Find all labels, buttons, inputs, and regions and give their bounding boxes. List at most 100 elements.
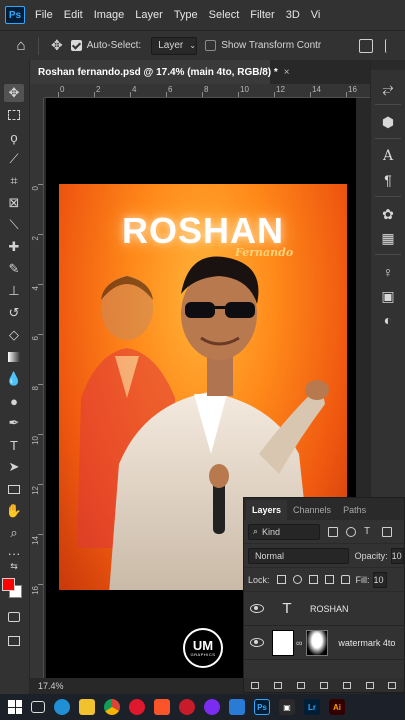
layer-mask-thumbnail[interactable] bbox=[306, 629, 329, 656]
quick-select-tool-icon[interactable]: ⟋ bbox=[4, 150, 24, 168]
brush-tool-icon[interactable]: ✎ bbox=[4, 260, 24, 278]
history-brush-icon[interactable]: ↺ bbox=[4, 304, 24, 322]
auto-select-checkbox[interactable] bbox=[70, 40, 82, 51]
crop-tool-icon[interactable]: ⌗ bbox=[4, 172, 24, 190]
premiere-icon[interactable]: ▣ bbox=[279, 699, 295, 715]
menu-edit[interactable]: Edit bbox=[64, 9, 83, 21]
lasso-tool-icon[interactable]: ϙ bbox=[4, 128, 24, 146]
adjustment-layer-icon[interactable] bbox=[319, 681, 328, 689]
filter-type-icon[interactable]: T bbox=[364, 526, 374, 537]
layer-style-icon[interactable] bbox=[274, 681, 283, 689]
tab-layers[interactable]: Layers bbox=[246, 500, 288, 520]
visibility-eye-icon[interactable] bbox=[250, 604, 264, 613]
opacity-input[interactable]: 10 bbox=[390, 547, 404, 564]
clone-stamp-icon[interactable]: ⊥ bbox=[4, 282, 24, 300]
purple-app-icon[interactable] bbox=[204, 699, 220, 715]
vscode-icon[interactable] bbox=[229, 699, 245, 715]
lightroom-icon[interactable]: Lr bbox=[304, 699, 320, 715]
photoshop-logo[interactable]: Ps bbox=[5, 6, 25, 24]
menu-file[interactable]: File bbox=[35, 9, 53, 21]
type-tool-icon[interactable]: T bbox=[4, 436, 24, 454]
delete-layer-icon[interactable] bbox=[388, 681, 397, 689]
lock-transparency-icon[interactable] bbox=[276, 575, 286, 584]
menu-image[interactable]: Image bbox=[94, 9, 125, 21]
layer-row[interactable]: ∞ watermark 4to bbox=[244, 626, 404, 660]
color-panel-icon[interactable]: ✿ bbox=[378, 204, 398, 224]
kind-filter-dropdown[interactable]: ⌕ Kind bbox=[248, 523, 320, 540]
adjustments-panel-icon[interactable]: ◐ bbox=[378, 310, 398, 330]
zoom-level[interactable]: 17.4% bbox=[38, 681, 64, 691]
learn-panel-icon[interactable]: ♀ bbox=[378, 262, 398, 282]
menu-3d[interactable]: 3D bbox=[286, 9, 300, 21]
move-tool-icon[interactable]: ✥ bbox=[51, 37, 63, 54]
gradient-tool-icon[interactable] bbox=[4, 348, 24, 366]
frame-tool-icon[interactable]: ⊠ bbox=[4, 194, 24, 212]
menu-layer[interactable]: Layer bbox=[135, 9, 163, 21]
photoshop-taskbar-icon[interactable]: Ps bbox=[254, 699, 270, 715]
lock-pixels-icon[interactable] bbox=[292, 575, 302, 584]
layer-name[interactable]: ROSHAN bbox=[310, 604, 349, 614]
paragraph-panel-icon[interactable]: ¶ bbox=[378, 170, 398, 190]
layer-name[interactable]: watermark 4to bbox=[338, 638, 395, 648]
document-tab[interactable]: Roshan fernando.psd @ 17.4% (main 4to, R… bbox=[30, 60, 290, 84]
screen-mode-icon[interactable] bbox=[4, 632, 24, 650]
task-view-icon[interactable] bbox=[31, 701, 45, 713]
quick-mask-icon[interactable] bbox=[4, 608, 24, 626]
3d-panel-icon[interactable]: ⬢ bbox=[378, 112, 398, 132]
new-layer-icon[interactable] bbox=[365, 681, 374, 689]
red-app-icon[interactable] bbox=[179, 699, 195, 715]
swatches-panel-icon[interactable]: ▦ bbox=[378, 228, 398, 248]
swap-colors-icon[interactable]: ⇆ bbox=[4, 560, 24, 572]
blur-tool-icon[interactable]: 💧 bbox=[4, 370, 24, 388]
layer-row[interactable]: T ROSHAN bbox=[244, 592, 404, 626]
tab-paths[interactable]: Paths bbox=[337, 500, 372, 520]
zoom-tool-icon[interactable]: ⌕ bbox=[4, 524, 24, 542]
filter-adjustment-icon[interactable] bbox=[346, 526, 356, 537]
history-panel-icon[interactable]: ⥂ bbox=[378, 78, 398, 98]
filter-shape-icon[interactable] bbox=[382, 526, 392, 537]
rectangle-tool-icon[interactable] bbox=[4, 480, 24, 498]
chrome-icon[interactable] bbox=[104, 699, 120, 715]
add-mask-icon[interactable] bbox=[297, 681, 306, 689]
tab-channels[interactable]: Channels bbox=[287, 500, 337, 520]
libraries-panel-icon[interactable]: ▣ bbox=[378, 286, 398, 306]
lock-position-icon[interactable] bbox=[308, 575, 318, 584]
file-explorer-icon[interactable] bbox=[79, 699, 95, 715]
link-chain-icon[interactable]: ∞ bbox=[296, 638, 302, 648]
dodge-tool-icon[interactable]: ● bbox=[4, 392, 24, 410]
blend-mode-dropdown[interactable]: Normal bbox=[248, 547, 349, 564]
opera-icon[interactable] bbox=[129, 699, 145, 715]
eyedropper-tool-icon[interactable]: ⟍ bbox=[4, 216, 24, 234]
pen-tool-icon[interactable]: ✒ bbox=[4, 414, 24, 432]
new-group-icon[interactable] bbox=[342, 681, 351, 689]
path-selection-icon[interactable]: ➤ bbox=[4, 458, 24, 476]
home-icon[interactable]: ⌂ bbox=[12, 37, 30, 55]
move-tool-icon[interactable]: ✥ bbox=[4, 84, 24, 102]
align-top-icon[interactable] bbox=[385, 39, 399, 53]
menu-view[interactable]: Vi bbox=[311, 9, 321, 21]
link-layers-icon[interactable] bbox=[251, 681, 260, 689]
dock-collapse-bar[interactable] bbox=[371, 60, 405, 70]
edge-browser-icon[interactable] bbox=[54, 699, 70, 715]
lock-all-icon[interactable] bbox=[340, 575, 350, 584]
visibility-eye-icon[interactable] bbox=[250, 638, 264, 647]
eraser-tool-icon[interactable]: ◇ bbox=[4, 326, 24, 344]
illustrator-icon[interactable]: Ai bbox=[329, 699, 345, 715]
marquee-tool-icon[interactable] bbox=[4, 106, 24, 124]
hand-tool-icon[interactable]: ✋ bbox=[4, 502, 24, 520]
windows-start-icon[interactable] bbox=[8, 700, 22, 714]
foreground-color-swatch[interactable] bbox=[2, 578, 15, 591]
menu-filter[interactable]: Filter bbox=[250, 9, 274, 21]
align-box-icon[interactable] bbox=[359, 39, 373, 53]
close-tab-icon[interactable]: × bbox=[284, 67, 290, 78]
filter-pixel-icon[interactable] bbox=[328, 526, 338, 537]
menu-type[interactable]: Type bbox=[174, 9, 198, 21]
auto-select-target-dropdown[interactable]: Layer ⌄ bbox=[151, 36, 198, 55]
menu-select[interactable]: Select bbox=[209, 9, 240, 21]
brave-icon[interactable] bbox=[154, 699, 170, 715]
fill-input[interactable]: 10 bbox=[372, 571, 387, 588]
show-transform-checkbox[interactable] bbox=[205, 40, 217, 51]
character-panel-icon[interactable]: A bbox=[378, 146, 398, 166]
healing-brush-icon[interactable]: ✚ bbox=[4, 238, 24, 256]
lock-artboard-icon[interactable] bbox=[324, 575, 334, 584]
